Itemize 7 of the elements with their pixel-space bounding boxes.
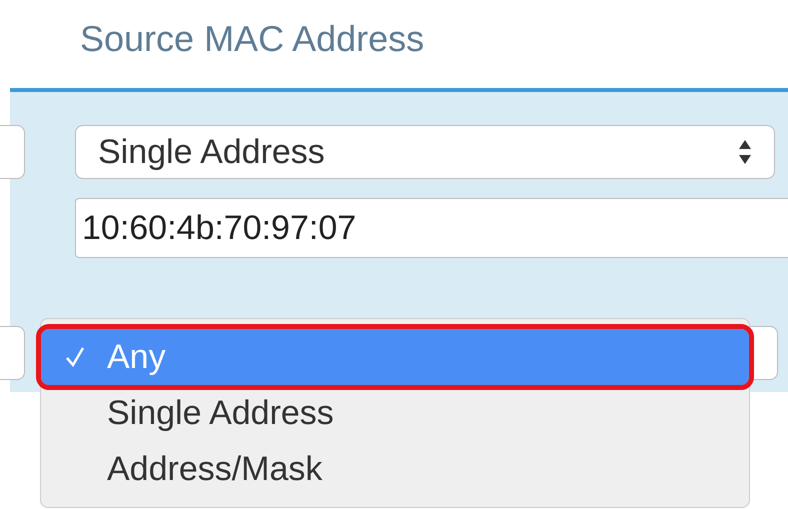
checkmark-icon xyxy=(65,346,85,368)
type-select[interactable]: Single Address xyxy=(75,125,775,179)
menu-option[interactable]: Address/Mask xyxy=(41,441,749,497)
updown-icon xyxy=(738,139,752,165)
section-heading: Source MAC Address xyxy=(80,17,424,61)
address-field[interactable]: 10:60:4b:70:97:07 xyxy=(75,198,788,258)
menu-option[interactable]: Single Address xyxy=(41,385,749,441)
